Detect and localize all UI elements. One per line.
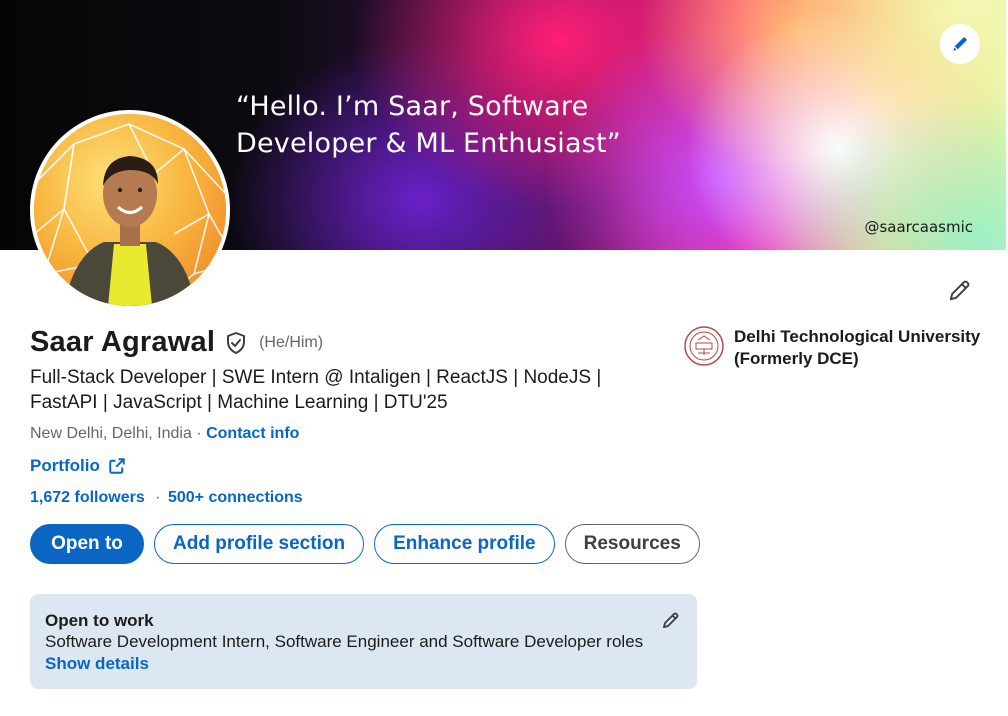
portfolio-link[interactable]: Portfolio xyxy=(30,456,100,476)
verification-badge[interactable] xyxy=(223,330,249,356)
banner-quote: “Hello. I’m Saar, Software Developer & M… xyxy=(236,88,656,162)
connections-link[interactable]: 500+ connections xyxy=(168,489,303,506)
external-link-icon xyxy=(109,458,125,474)
network-stats: 1,672 followers · 500+ connections xyxy=(30,489,303,507)
name-row: Saar Agrawal (He/Him) xyxy=(30,326,323,359)
resources-button[interactable]: Resources xyxy=(564,524,700,564)
edit-open-to-work-button[interactable] xyxy=(659,608,683,632)
profile-actions: Open to Add profile section Enhance prof… xyxy=(30,524,710,564)
university-logo xyxy=(684,326,724,366)
banner-quote-line-2: Developer & ML Enthusiast” xyxy=(236,128,621,159)
location-separator: · xyxy=(196,425,202,442)
pencil-icon xyxy=(953,37,967,51)
open-to-work-title: Open to work xyxy=(45,611,154,630)
location-row: New Delhi, Delhi, India · Contact info xyxy=(30,425,299,443)
avatar-photo-illustration xyxy=(34,114,226,306)
portfolio-external-link[interactable] xyxy=(108,457,126,475)
profile-pronouns: (He/Him) xyxy=(259,333,324,351)
followers-link[interactable]: 1,672 followers xyxy=(30,489,145,506)
edit-intro-button[interactable] xyxy=(942,272,978,308)
profile-top-card: “Hello. I’m Saar, Software Developer & M… xyxy=(0,0,1008,716)
show-details-link[interactable]: Show details xyxy=(45,652,149,676)
profile-headline: Full-Stack Developer | SWE Intern @ Inta… xyxy=(30,367,602,413)
enhance-profile-button[interactable]: Enhance profile xyxy=(374,524,555,564)
pencil-icon xyxy=(949,280,970,301)
portfolio-row: Portfolio xyxy=(30,456,126,476)
profile-location: New Delhi, Delhi, India xyxy=(30,425,192,442)
education-entry[interactable]: Delhi Technological University (Formerly… xyxy=(684,326,994,370)
edit-banner-button[interactable] xyxy=(940,24,980,64)
stats-separator: · xyxy=(155,489,161,506)
profile-avatar[interactable] xyxy=(30,110,230,310)
open-to-button[interactable]: Open to xyxy=(30,524,144,564)
contact-info-link[interactable]: Contact info xyxy=(206,425,299,442)
pencil-icon xyxy=(663,612,679,628)
add-profile-section-button[interactable]: Add profile section xyxy=(154,524,365,564)
banner-quote-line-1: “Hello. I’m Saar, Software xyxy=(236,91,589,122)
profile-name: Saar Agrawal xyxy=(30,326,216,358)
banner-handle: @saarcaasmic xyxy=(864,218,973,236)
shield-check-icon xyxy=(227,331,246,354)
university-name: Delhi Technological University (Formerly… xyxy=(734,327,981,368)
avatar-photo xyxy=(34,114,226,306)
open-to-work-description: Software Development Intern, Software En… xyxy=(45,632,644,651)
open-to-work-card: Open to work Software Development Intern… xyxy=(30,594,697,689)
